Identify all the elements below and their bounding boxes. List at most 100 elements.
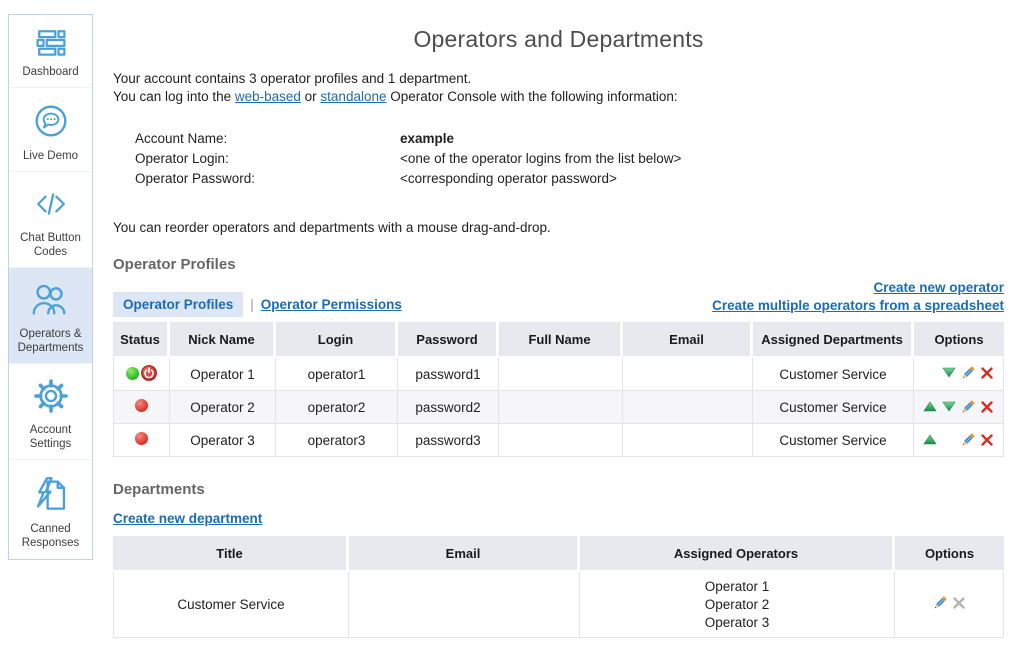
operators-table-toolbar: Operator Profiles | Operator Permissions… (113, 279, 1004, 317)
credential-row: Operator Password: <corresponding operat… (135, 169, 1004, 189)
dashboard-icon (36, 23, 66, 62)
delete-x-icon[interactable] (978, 398, 997, 415)
power-icon[interactable] (141, 365, 157, 381)
sidebar-item-label: Dashboard (22, 65, 78, 79)
department-row: Customer Service Operator 1 Operator 2 O… (113, 572, 1004, 638)
move-up-icon[interactable] (921, 431, 940, 448)
credential-row: Account Name: example (135, 129, 1004, 149)
edit-pencil-icon[interactable] (930, 595, 949, 612)
col-full-name: Full Name (499, 322, 623, 358)
status-offline-icon (135, 432, 148, 445)
assigned-operators-cell: Operator 1 Operator 2 Operator 3 (580, 572, 895, 638)
login-cell: operator2 (276, 391, 398, 424)
status-cell (113, 358, 170, 391)
operators-table-header: Status Nick Name Login Password Full Nam… (113, 322, 1004, 358)
tab-separator: | (250, 297, 254, 312)
operator-action-links: Create new operator Create multiple oper… (712, 279, 1004, 317)
operators-tabs: Operator Profiles | Operator Permissions (113, 292, 402, 317)
col-email: Email (623, 322, 753, 358)
sidebar-item-dashboard[interactable]: Dashboard (9, 15, 92, 87)
sidebar-item-label: Operators & Departments (11, 327, 90, 355)
password-cell: password2 (398, 391, 499, 424)
delete-x-icon[interactable] (978, 431, 997, 448)
sidebar-item-chat-button-codes[interactable]: Chat Button Codes (9, 171, 92, 267)
account-name-value: example (400, 129, 454, 149)
canned-responses-icon (34, 469, 68, 519)
col-assigned-departments: Assigned Departments (753, 322, 914, 358)
col-options: Options (895, 536, 1004, 572)
intro-text: Your account contains 3 operator profile… (113, 70, 1004, 106)
assigned-operator: Operator 2 (580, 596, 894, 614)
departments-heading: Departments (113, 481, 1004, 498)
assigned-operator: Operator 1 (580, 578, 894, 596)
create-multiple-operators-link[interactable]: Create multiple operators from a spreads… (712, 298, 1004, 313)
operator-profiles-heading: Operator Profiles (113, 256, 1004, 273)
account-name-label: Account Name: (135, 129, 400, 149)
move-up-icon[interactable] (921, 398, 940, 415)
sidebar-item-label: Canned Responses (11, 522, 90, 550)
assigned-operator: Operator 3 (580, 614, 894, 632)
options-cell (914, 424, 1004, 457)
move-down-icon[interactable] (940, 398, 959, 415)
assigned-departments-cell: Customer Service (753, 424, 914, 457)
operator-row: Operator 3 operator3 password3 Customer … (113, 424, 1004, 457)
nick-name-cell: Operator 1 (170, 358, 276, 391)
status-cell (113, 424, 170, 457)
email-cell (623, 358, 753, 391)
full-name-cell (499, 358, 623, 391)
sidebar-item-live-demo[interactable]: Live Demo (9, 87, 92, 171)
delete-x-disabled-icon (949, 595, 968, 612)
departments-table: Title Email Assigned Operators Options C… (113, 536, 1004, 638)
account-settings-icon (33, 372, 69, 420)
sidebar-item-operators-departments[interactable]: Operators & Departments (9, 267, 92, 363)
sidebar: Dashboard Live Demo Chat Button Codes (8, 14, 93, 560)
assigned-departments-cell: Customer Service (753, 391, 914, 424)
operators-departments-icon (31, 276, 71, 324)
login-cell: operator1 (276, 358, 398, 391)
col-login: Login (276, 322, 398, 358)
edit-pencil-icon[interactable] (959, 398, 978, 415)
col-title: Title (113, 536, 349, 572)
delete-x-icon[interactable] (978, 364, 997, 381)
login-cell: operator3 (276, 424, 398, 457)
create-new-operator-link[interactable]: Create new operator (873, 280, 1004, 295)
operator-login-value: <one of the operator logins from the lis… (400, 149, 681, 169)
col-status: Status (113, 322, 170, 358)
nick-name-cell: Operator 2 (170, 391, 276, 424)
department-title-cell: Customer Service (113, 572, 349, 638)
email-cell (623, 391, 753, 424)
operator-password-label: Operator Password: (135, 169, 400, 189)
email-cell (623, 424, 753, 457)
sidebar-item-label: Account Settings (11, 423, 90, 451)
departments-table-header: Title Email Assigned Operators Options (113, 536, 1004, 572)
main-content: Operators and Departments Your account c… (113, 0, 1004, 638)
sidebar-item-canned-responses[interactable]: Canned Responses (9, 459, 92, 559)
assigned-departments-cell: Customer Service (753, 358, 914, 391)
col-email: Email (349, 536, 580, 572)
full-name-cell (499, 424, 623, 457)
credentials-block: Account Name: example Operator Login: <o… (135, 129, 1004, 189)
tab-operator-profiles[interactable]: Operator Profiles (113, 292, 243, 317)
status-offline-icon (135, 399, 148, 412)
status-online-icon (126, 367, 139, 380)
nick-name-cell: Operator 3 (170, 424, 276, 457)
options-cell (895, 572, 1004, 638)
password-cell: password1 (398, 358, 499, 391)
col-password: Password (398, 322, 499, 358)
standalone-link[interactable]: standalone (320, 89, 386, 104)
operator-password-value: <corresponding operator password> (400, 169, 617, 189)
move-down-icon[interactable] (940, 364, 959, 381)
web-based-link[interactable]: web-based (235, 89, 301, 104)
sidebar-item-label: Chat Button Codes (11, 231, 90, 259)
create-new-department-link[interactable]: Create new department (113, 511, 262, 526)
status-cell (113, 391, 170, 424)
operator-login-label: Operator Login: (135, 149, 400, 169)
options-cell (914, 391, 1004, 424)
tab-operator-permissions[interactable]: Operator Permissions (261, 297, 402, 312)
page-title: Operators and Departments (113, 26, 1004, 53)
password-cell: password3 (398, 424, 499, 457)
full-name-cell (499, 391, 623, 424)
sidebar-item-account-settings[interactable]: Account Settings (9, 363, 92, 459)
edit-pencil-icon[interactable] (959, 431, 978, 448)
edit-pencil-icon[interactable] (959, 364, 978, 381)
